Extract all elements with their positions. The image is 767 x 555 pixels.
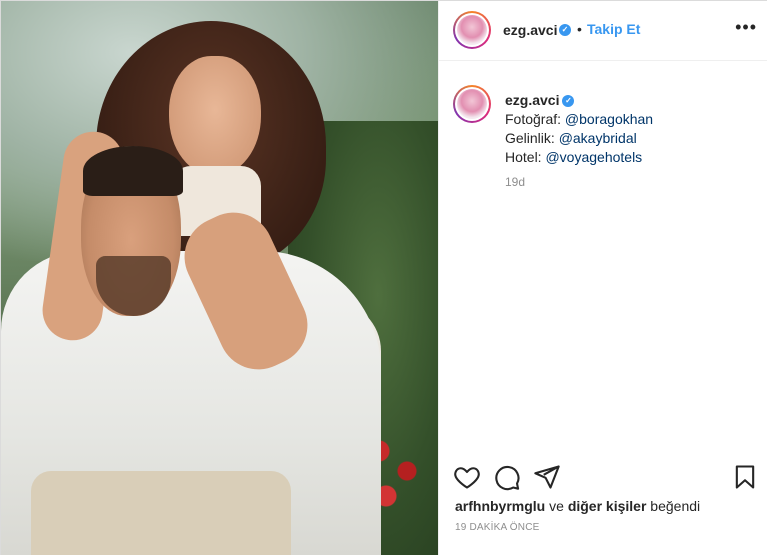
caption-timestamp: 19d [505, 175, 526, 189]
header-separator: • [577, 21, 582, 37]
hotel-label: Hotel: [505, 149, 542, 165]
post-side-panel: ezg.avci ✓ • Takip Et ••• ezg.avci ✓ Foto… [438, 1, 767, 555]
photographer-label: Fotoğraf: [505, 111, 562, 127]
caption-avatar[interactable] [453, 85, 491, 123]
caption-text: ezg.avci ✓ Fotoğraf: @boragokhan Gelinlik… [505, 91, 755, 167]
likes-verb: beğendi [650, 498, 701, 514]
post-header: ezg.avci ✓ • Takip Et ••• [439, 1, 767, 61]
caption-verified-check-icon: ✓ [562, 95, 575, 108]
heart-icon[interactable] [453, 463, 481, 491]
photo-woman-face [169, 56, 261, 176]
avatar-image [457, 15, 487, 45]
bookmark-icon[interactable] [731, 463, 759, 491]
caption-avatar-image [457, 89, 487, 119]
caption-username[interactable]: ezg.avci [505, 92, 559, 108]
photographer-mention-link[interactable]: @boragokhan [565, 111, 653, 127]
dress-mention-link[interactable]: @akaybridal [559, 130, 637, 146]
first-liker-link[interactable]: arfhnbyrmglu [455, 498, 545, 514]
post-timestamp: 19 DAKİKA ÖNCE [455, 522, 540, 533]
avatar[interactable] [453, 11, 491, 49]
hotel-mention-link[interactable]: @voyagehotels [545, 149, 642, 165]
other-likers-link[interactable]: diğer kişiler [568, 498, 647, 514]
instagram-post: ezg.avci ✓ • Takip Et ••• ezg.avci ✓ Foto… [0, 0, 767, 555]
share-icon[interactable] [533, 463, 561, 491]
more-options-icon[interactable]: ••• [735, 17, 757, 38]
header-username[interactable]: ezg.avci [503, 22, 557, 38]
photo-man-pants [31, 471, 291, 555]
action-bar [439, 461, 767, 493]
photo-man-hair [83, 146, 183, 196]
dress-label: Gelinlik: [505, 130, 555, 146]
comment-icon[interactable] [493, 463, 521, 491]
post-photo[interactable] [1, 1, 438, 555]
likes-summary: arfhnbyrmglu ve diğer kişiler beğendi [455, 498, 700, 514]
follow-button[interactable]: Takip Et [587, 21, 640, 37]
likes-connector: ve [549, 498, 564, 514]
verified-check-icon: ✓ [559, 24, 571, 36]
